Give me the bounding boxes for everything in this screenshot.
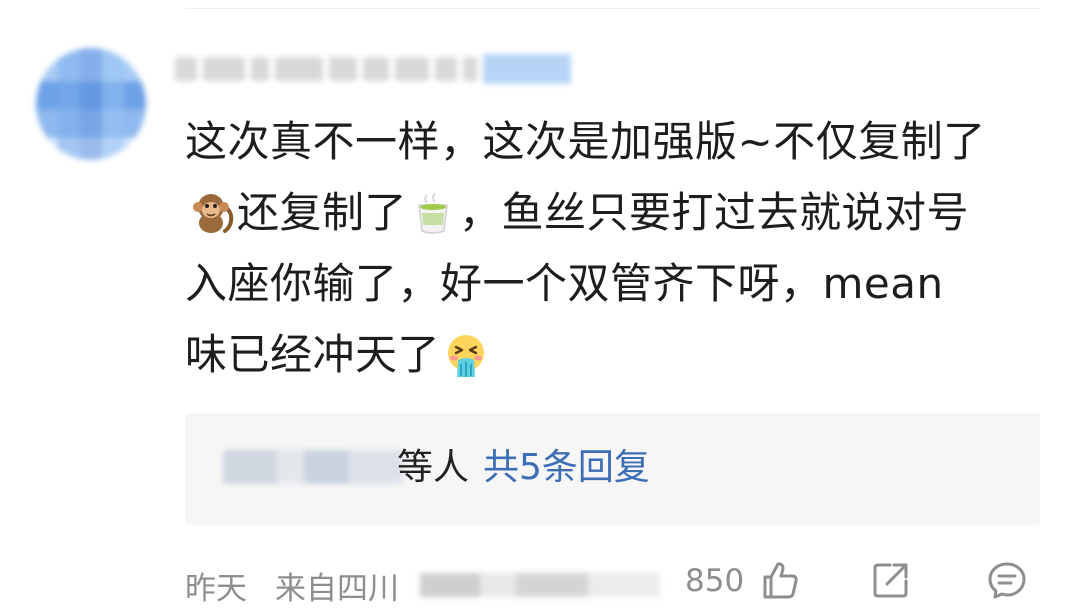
green-tea-emoji-icon: [418, 191, 448, 234]
device-info-blurred: [420, 573, 660, 597]
username-blurred[interactable]: [175, 52, 625, 86]
view-replies-link[interactable]: 共5条回复: [483, 443, 650, 493]
top-divider: [185, 8, 1040, 9]
thumbs-up-icon[interactable]: [759, 559, 801, 601]
comment-text-segment: ，鱼丝只要打过去就说对号: [459, 188, 970, 237]
comment-text-segment: 还复制了: [237, 188, 408, 237]
like-count: 850: [685, 563, 745, 599]
comment-item: 这次真不一样，这次是加强版~不仅复制了 还复制了 ，鱼丝只要打过去就说对号 入座…: [0, 0, 1080, 615]
reply-usernames-blurred: [223, 450, 403, 484]
comment-time: 昨天: [185, 571, 247, 607]
comment-line-3: 入座你输了，好一个双管齐下呀，mean: [185, 248, 1055, 319]
avatar[interactable]: [36, 48, 146, 160]
comment-line-4: 味已经冲天了: [185, 319, 1055, 390]
reply-preview-text: 等人 共5条回复: [397, 443, 650, 493]
comment-line-2: 还复制了 ，鱼丝只要打过去就说对号: [185, 177, 1055, 248]
comment-location: 来自四川: [275, 571, 399, 607]
comment-icon[interactable]: [986, 559, 1028, 601]
reply-name-suffix: 等人: [397, 447, 470, 488]
comment-text-segment: 味已经冲天了: [185, 330, 441, 379]
comment-text-segment: 这次真不一样，这次是加强版~不仅复制了: [185, 117, 986, 166]
comment-line-1: 这次真不一样，这次是加强版~不仅复制了: [185, 106, 1055, 177]
comment-text-segment: 入座你输了，好一个双管齐下呀，mean: [185, 259, 944, 308]
comment-footer: 昨天 来自四川 850: [185, 555, 1055, 609]
comment-text: 这次真不一样，这次是加强版~不仅复制了 还复制了 ，鱼丝只要打过去就说对号 入座…: [185, 106, 1055, 390]
monkey-emoji-icon: [193, 193, 234, 233]
reply-preview[interactable]: 等人 共5条回复: [185, 413, 1040, 525]
share-icon[interactable]: [870, 559, 912, 601]
vomiting-face-emoji-icon: [448, 334, 485, 377]
